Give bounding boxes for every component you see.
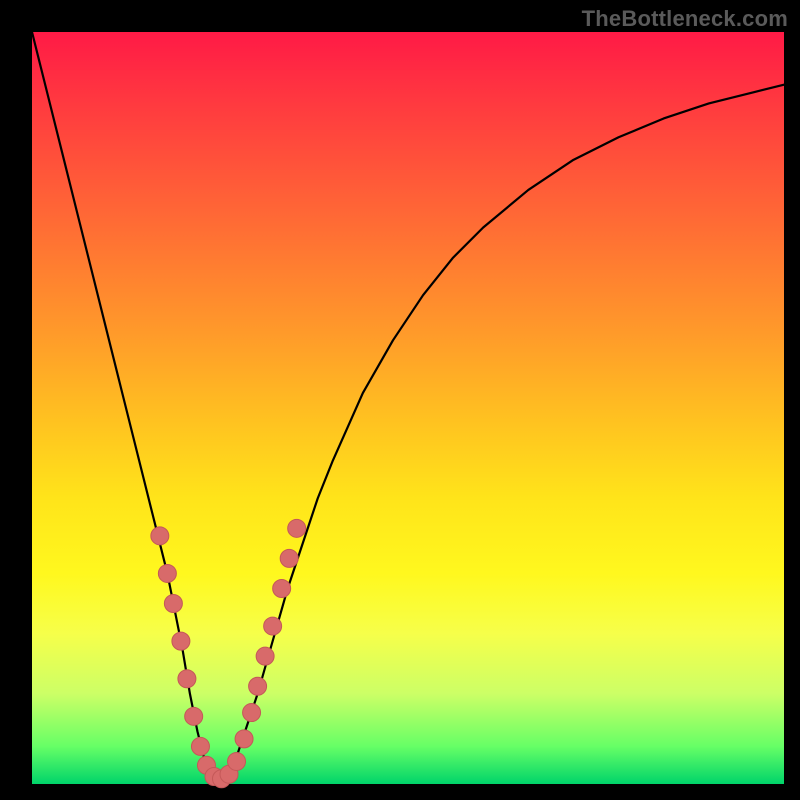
- marker-point: [178, 670, 196, 688]
- marker-point: [235, 730, 253, 748]
- marker-point: [256, 647, 274, 665]
- marker-group: [151, 519, 306, 787]
- chart-svg: [32, 32, 784, 784]
- marker-point: [249, 677, 267, 695]
- marker-point: [228, 752, 246, 770]
- marker-point: [273, 579, 291, 597]
- marker-point: [172, 632, 190, 650]
- marker-point: [164, 595, 182, 613]
- marker-point: [288, 519, 306, 537]
- watermark-text: TheBottleneck.com: [582, 6, 788, 32]
- chart-frame: TheBottleneck.com: [0, 0, 800, 800]
- marker-point: [280, 549, 298, 567]
- marker-point: [185, 707, 203, 725]
- marker-point: [264, 617, 282, 635]
- plot-area: [32, 32, 784, 784]
- marker-point: [243, 704, 261, 722]
- marker-point: [158, 564, 176, 582]
- marker-point: [151, 527, 169, 545]
- bottleneck-curve: [32, 32, 784, 780]
- marker-point: [191, 737, 209, 755]
